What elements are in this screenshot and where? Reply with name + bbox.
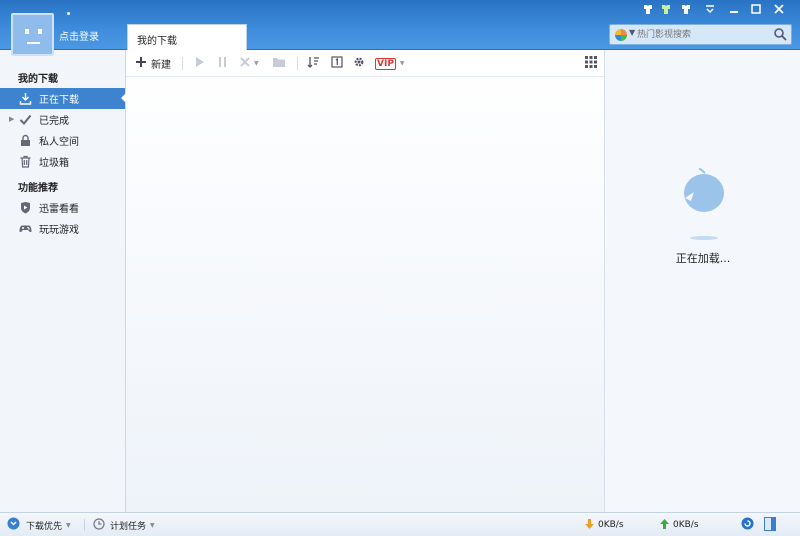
toolbar-divider (182, 57, 183, 70)
check-icon (19, 113, 32, 126)
view-toggle-button[interactable] (585, 56, 597, 71)
search-input[interactable] (637, 27, 777, 42)
pause-button[interactable] (217, 56, 228, 71)
skin-icon[interactable] (678, 3, 694, 17)
sidebar-item-label: 玩玩游戏 (39, 225, 79, 236)
status-bar: 下载优先 ▼ 计划任务 ▼ 0KB/s 0KB/s (0, 512, 800, 536)
kankan-icon (19, 201, 32, 214)
sidebar-item-private-space[interactable]: 私人空间 (0, 130, 125, 151)
sidebar-toggle-button[interactable] (764, 516, 776, 534)
sidebar-item-games[interactable]: 玩玩游戏 (0, 218, 125, 239)
download-icon (19, 92, 32, 105)
upload-speed: 0KB/s (660, 518, 699, 532)
chevron-down-icon[interactable]: ▼ (150, 522, 155, 529)
upload-arrow-icon (660, 518, 669, 532)
right-panel: 正在加载... (604, 50, 800, 512)
loading-text: 正在加载... (675, 252, 731, 265)
menu-icon[interactable] (702, 3, 718, 17)
section-title-downloads: 我的下载 (18, 74, 58, 85)
minimize-icon[interactable] (726, 3, 742, 17)
delete-button[interactable]: ▼ (239, 56, 259, 71)
download-speed-value: 0KB/s (598, 520, 624, 530)
speed-mode-button[interactable] (741, 517, 754, 533)
sidebar-item-completed[interactable]: 已完成 (0, 109, 125, 130)
sidebar-item-label: 垃圾箱 (39, 158, 69, 169)
search-engine-icon[interactable] (615, 29, 627, 41)
close-icon[interactable] (771, 3, 787, 17)
grid-icon (585, 56, 597, 71)
search-box: ▼ (609, 24, 792, 45)
priority-label: 下载优先 (26, 521, 63, 532)
sidebar-item-kankan[interactable]: 迅雷看看 (0, 197, 125, 218)
download-priority-button[interactable]: 下载优先 ▼ (7, 517, 71, 533)
lock-icon (19, 134, 32, 147)
sidebar-item-label: 迅雷看看 (39, 204, 79, 215)
tab-my-downloads[interactable]: 我的下载 (127, 24, 247, 50)
maximize-icon[interactable] (748, 3, 764, 17)
sort-icon (307, 56, 320, 71)
vip-badge: VIP (375, 57, 396, 70)
speed-mode-icon (741, 517, 754, 533)
search-icon[interactable] (773, 27, 787, 41)
section-title-features: 功能推荐 (18, 183, 58, 194)
clock-icon (93, 517, 105, 533)
gear-icon (353, 56, 365, 71)
delete-icon (239, 56, 251, 71)
sidebar-item-trash[interactable]: 垃圾箱 (0, 151, 125, 172)
trash-icon (19, 155, 32, 168)
status-dot (67, 12, 70, 15)
chevron-down-icon[interactable]: ▼ (66, 522, 71, 529)
skin-icon[interactable] (658, 3, 674, 17)
new-task-button[interactable]: 新建 (135, 56, 171, 71)
play-icon (194, 56, 205, 71)
chevron-down-icon[interactable]: ▼ (254, 60, 259, 67)
sidebar: 我的下载 正在下载 ▶ 已完成 私人空间 垃圾箱 功能推荐 迅雷看看 玩玩游戏 (0, 50, 126, 512)
download-list-area: 新建 ▼ VIP ▼ (126, 50, 604, 512)
sidebar-item-downloading[interactable]: 正在下载 (0, 88, 126, 109)
pause-icon (217, 56, 228, 71)
plus-icon (135, 56, 147, 71)
download-speed: 0KB/s (585, 518, 624, 532)
avatar[interactable] (11, 13, 54, 56)
toolbar-divider (297, 57, 298, 70)
gamepad-icon (19, 222, 32, 235)
folder-icon (272, 56, 286, 71)
chevron-down-icon[interactable]: ▼ (400, 60, 405, 67)
mascot-icon (679, 165, 731, 248)
chevron-down-icon[interactable]: ▼ (629, 28, 635, 37)
login-link[interactable]: 点击登录 (59, 28, 99, 43)
sidebar-item-label: 正在下载 (39, 95, 79, 106)
single-task-button[interactable] (331, 56, 343, 71)
settings-button[interactable] (353, 56, 365, 71)
schedule-label: 计划任务 (110, 521, 147, 532)
priority-icon (7, 517, 20, 533)
open-folder-button[interactable] (272, 56, 286, 71)
scheduled-task-button[interactable]: 计划任务 ▼ (93, 517, 155, 533)
download-arrow-icon (585, 518, 594, 532)
sidebar-item-label: 私人空间 (39, 137, 79, 148)
panel-icon (764, 516, 776, 534)
upload-speed-value: 0KB/s (673, 520, 699, 530)
skin-icon[interactable] (640, 3, 656, 17)
vip-button[interactable]: VIP ▼ (375, 56, 405, 71)
sidebar-item-label: 已完成 (39, 116, 69, 127)
start-button[interactable] (194, 56, 205, 71)
status-divider (84, 519, 85, 531)
toolbar: 新建 ▼ VIP ▼ (126, 50, 604, 77)
sort-button[interactable] (307, 56, 320, 71)
number-one-icon (331, 56, 343, 71)
new-task-label: 新建 (151, 60, 171, 71)
